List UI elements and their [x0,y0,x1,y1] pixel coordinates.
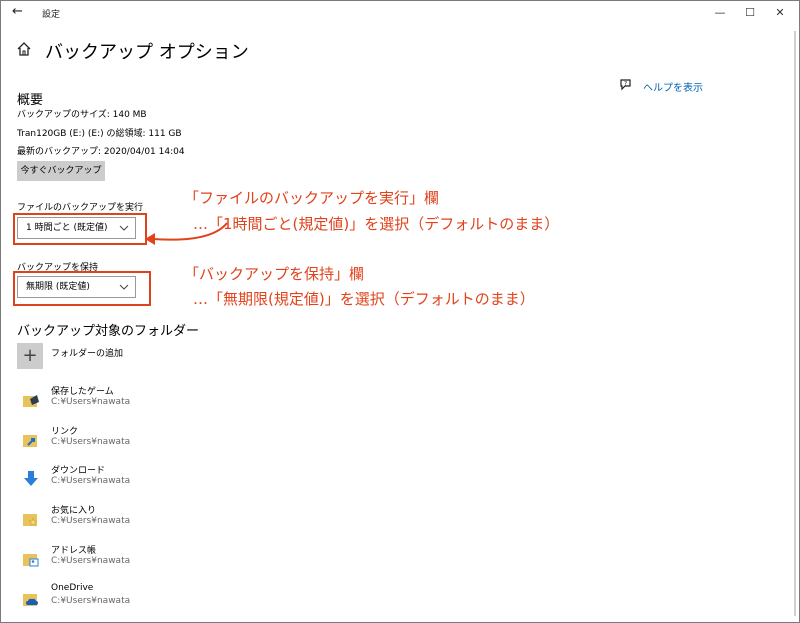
minimize-button[interactable]: — [707,3,733,23]
folder-item[interactable]: OneDrive C:¥Users¥nawata [17,583,217,617]
add-folder-label[interactable]: フォルダーの追加 [51,346,123,359]
svg-text:?: ? [624,81,627,88]
folder-path: C:¥Users¥nawata [51,437,131,447]
maximize-button[interactable]: ☐ [737,3,763,23]
folder-name: 保存したゲーム [51,387,114,397]
drive-total-text: Tran120GB (E:) (E:) の総領域: 111 GB [17,129,182,139]
close-button[interactable]: ✕ [767,3,793,23]
annotation-keep-detail: …「無期限(規定値)」を選択（デフォルトのまま） [193,290,535,308]
help-icon[interactable]: ? [620,79,632,91]
folder-item[interactable]: ダウンロード C:¥Users¥nawata [17,463,217,497]
folder-name: アドレス帳 [51,546,97,556]
page-title: バックアップ オプション [45,42,249,63]
window-title: 設定 [42,10,61,20]
annotation-arrow [145,222,228,245]
keep-backup-highlight [13,271,151,306]
annotation-keep-title: 「バックアップを保持」欄 [184,265,365,283]
folder-name: ダウンロード [51,466,106,476]
help-link[interactable]: ヘルプを表示 [643,79,703,94]
folder-item[interactable]: お気に入り C:¥Users¥nawata [17,503,217,537]
folder-name: OneDrive [51,583,94,593]
folders-heading: バックアップ対象のフォルダー [17,324,200,339]
folder-path: C:¥Users¥nawata [51,516,131,526]
backup-size-text: バックアップのサイズ: 140 MB [17,110,147,120]
home-icon[interactable] [16,41,32,57]
plus-icon: + [22,345,38,366]
latest-backup-text: 最新のバックアップ: 2020/04/01 14:04 [17,147,185,157]
backup-now-button[interactable]: 今すぐバックアップ [17,161,105,181]
favorites-folder-icon [23,514,38,527]
folder-name: リンク [51,427,79,437]
run-backup-label: ファイルのバックアップを実行 [17,203,144,213]
onedrive-folder-icon [23,594,38,606]
add-folder-button[interactable]: + [17,343,43,369]
title-bar: ← 設定 — ☐ ✕ [1,1,799,25]
back-arrow-icon[interactable]: ← [12,4,23,19]
downloads-icon [24,471,38,486]
annotation-run-title: 「ファイルのバックアップを実行」欄 [184,189,440,207]
annotation-run-detail: …「1時間ごと(規定値)」を選択（デフォルトのまま） [193,215,560,233]
folder-name: お気に入り [51,506,97,516]
folder-item[interactable]: 保存したゲーム C:¥Users¥nawata [17,384,217,418]
folder-item[interactable]: アドレス帳 C:¥Users¥nawata [17,543,217,577]
folder-path: C:¥Users¥nawata [51,476,131,486]
scrollbar[interactable] [793,31,797,616]
settings-window: ← 設定 — ☐ ✕ バックアップ オプション ? ヘルプを表示 概要 バックア… [0,0,800,623]
links-folder-icon [23,435,37,447]
saved-games-folder-icon [23,395,39,407]
overview-heading: 概要 [17,93,44,108]
folder-path: C:¥Users¥nawata [51,596,131,606]
contacts-folder-icon [23,554,39,567]
folder-path: C:¥Users¥nawata [51,556,131,566]
run-backup-highlight [13,213,147,245]
folder-item[interactable]: リンク C:¥Users¥nawata [17,424,217,458]
folder-path: C:¥Users¥nawata [51,397,131,407]
